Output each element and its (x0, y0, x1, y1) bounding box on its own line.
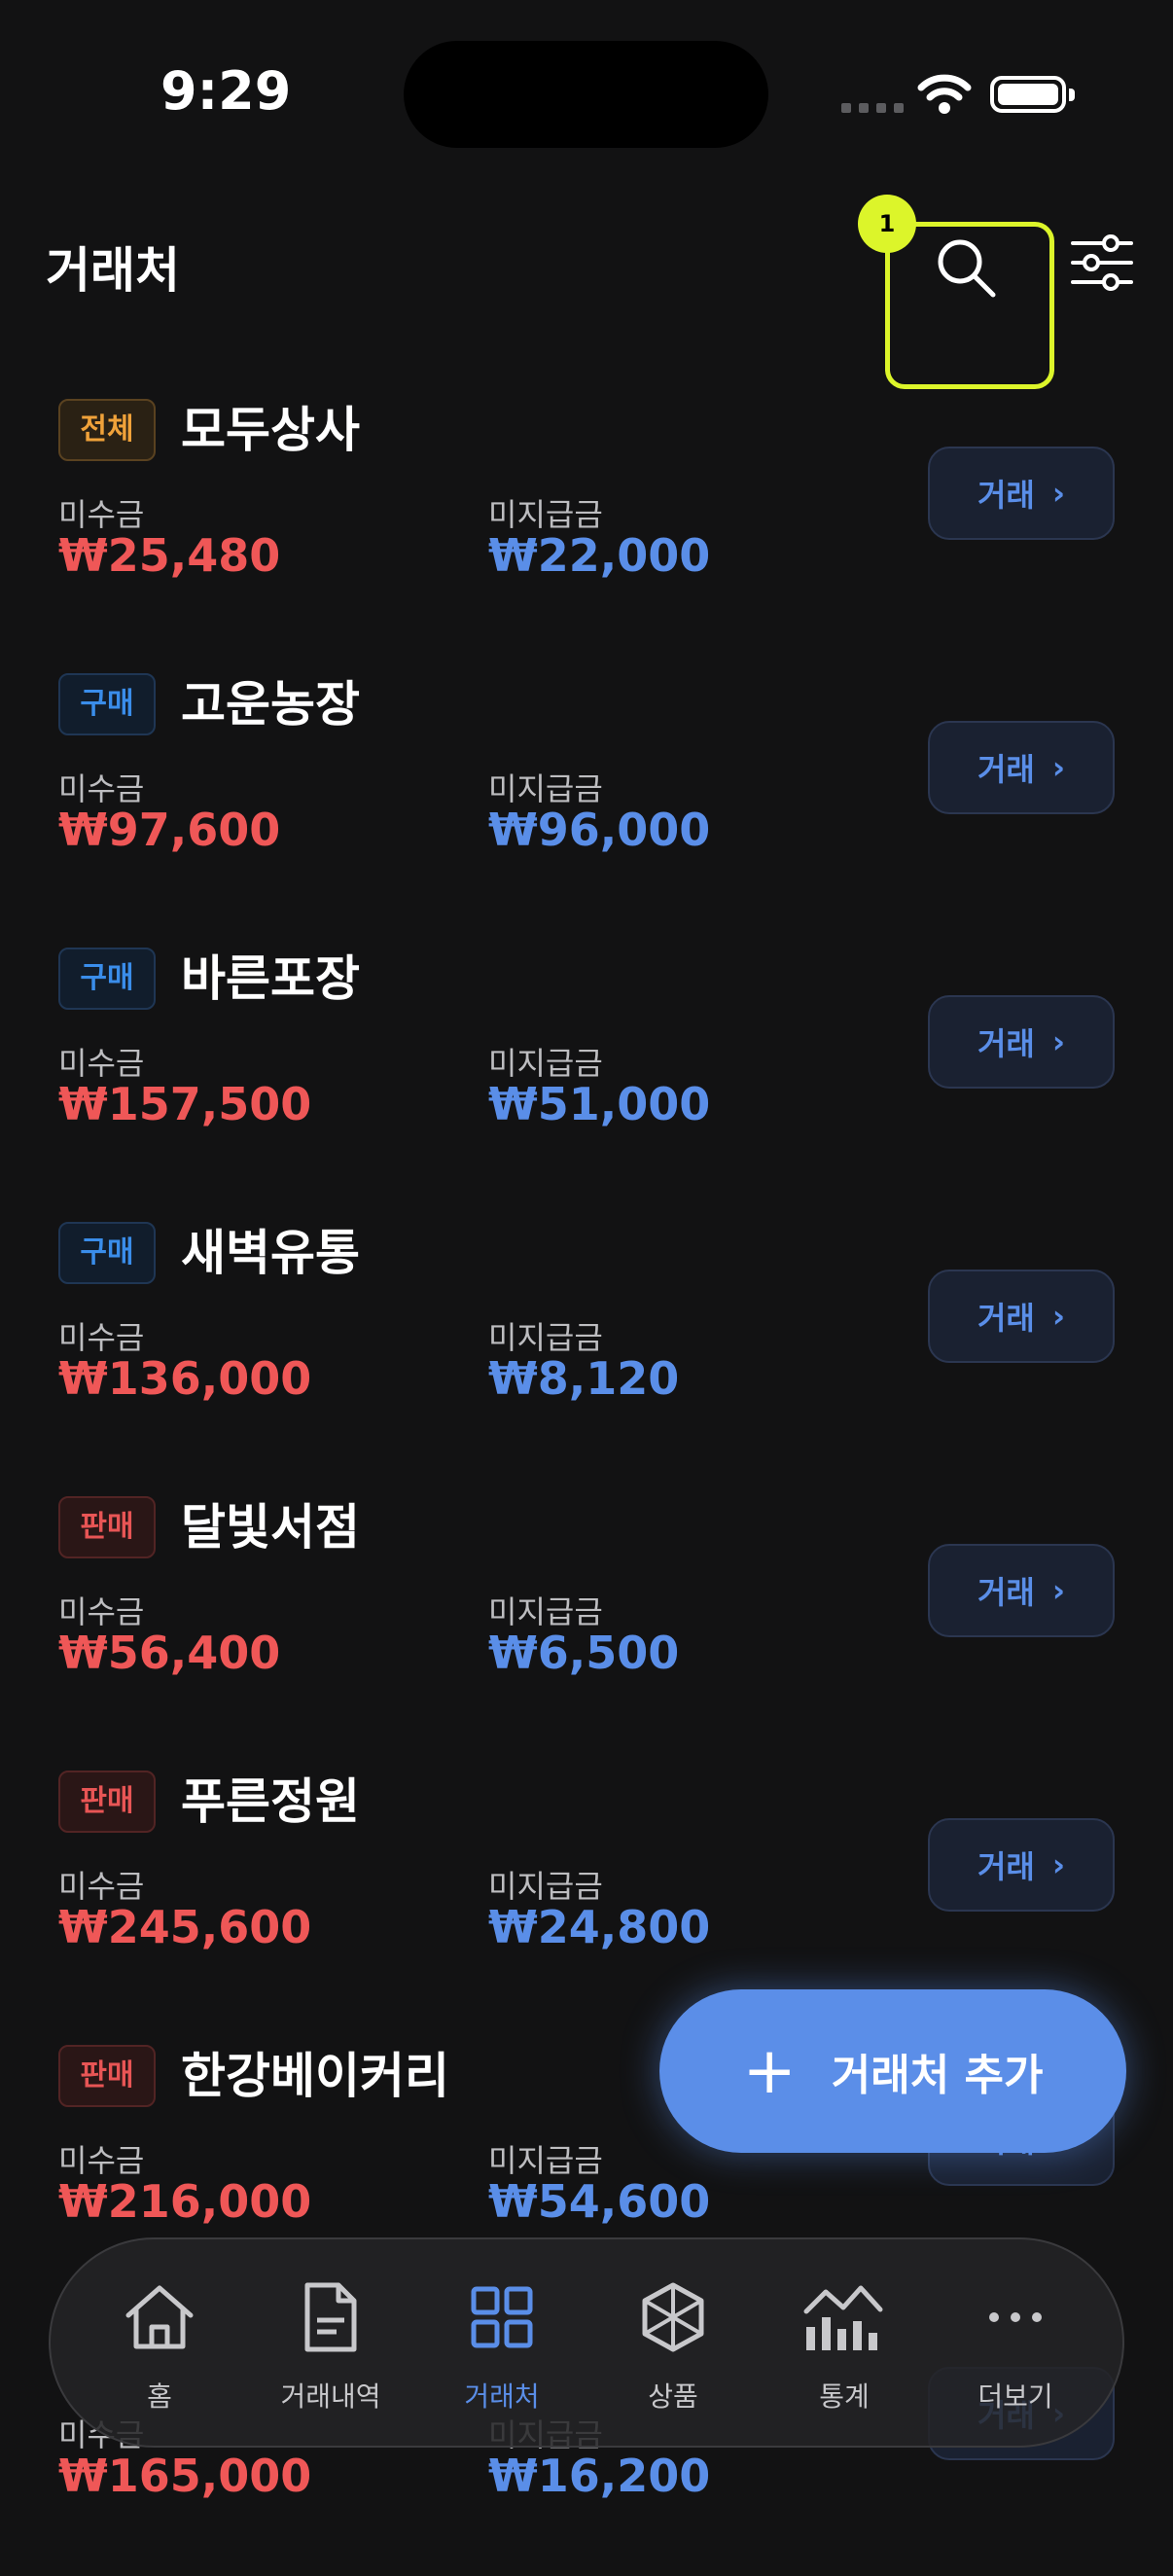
tab-more[interactable]: 더보기 (947, 2278, 1084, 2415)
tab-home[interactable]: 홈 (91, 2278, 228, 2415)
receivable-amount: ₩56,400 (58, 1627, 281, 1679)
vendor-name: 달빛서점 (181, 1499, 360, 1556)
chart-icon (803, 2285, 883, 2350)
grid-icon (471, 2286, 533, 2348)
add-vendor-label: 거래처 추가 (831, 2051, 1044, 2100)
vendor-type-badge: 전체 (58, 399, 156, 461)
receivable-amount: ₩136,000 (58, 1352, 312, 1405)
payable-amount: ₩22,000 (488, 529, 711, 582)
trade-button-label: 거래 (977, 1300, 1035, 1337)
vendor-name: 새벽유통 (181, 1225, 360, 1281)
trade-button-label: 거래 (977, 751, 1035, 788)
vendor-row[interactable]: 전체 모두상사 미수금 ₩25,480 미지급금 ₩22,000 거래 › (0, 381, 1173, 656)
receivable-amount: ₩165,000 (58, 2450, 312, 2502)
trade-button[interactable]: 거래 › (928, 721, 1115, 814)
status-time: 9:29 (160, 60, 292, 122)
chevron-right-icon: › (1051, 1298, 1066, 1335)
chevron-right-icon: › (1051, 1023, 1066, 1060)
document-icon (304, 2282, 357, 2352)
chevron-right-icon: › (1051, 1572, 1066, 1609)
vendor-name: 푸른정원 (181, 1773, 360, 1830)
trade-button-label: 거래 (977, 1574, 1035, 1611)
vendor-type-badge: 구매 (58, 673, 156, 735)
payable-amount: ₩8,120 (488, 1352, 680, 1405)
vendor-type-badge: 판매 (58, 1771, 156, 1833)
vendor-type-badge: 판매 (58, 1496, 156, 1558)
tab-label: 거래내역 (280, 2380, 381, 2413)
vendor-type-badge: 구매 (58, 1222, 156, 1284)
vendor-row[interactable]: 구매 새벽유통 미수금 ₩136,000 미지급금 ₩8,120 거래 › (0, 1204, 1173, 1479)
payable-amount: ₩54,600 (488, 2175, 711, 2228)
page-title: 거래처 (46, 242, 180, 299)
vendor-row[interactable]: 구매 바른포장 미수금 ₩157,500 미지급금 ₩51,000 거래 › (0, 930, 1173, 1204)
add-vendor-button[interactable]: + 거래처 추가 (659, 1989, 1126, 2153)
trade-button[interactable]: 거래 › (928, 1544, 1115, 1637)
tab-label: 더보기 (978, 2380, 1053, 2413)
tab-label: 통계 (819, 2380, 870, 2413)
payable-amount: ₩16,200 (488, 2450, 711, 2502)
plus-icon: + (742, 2033, 797, 2108)
vendor-row[interactable]: 구매 고운농장 미수금 ₩97,600 미지급금 ₩96,000 거래 › (0, 656, 1173, 930)
vendor-type-badge: 판매 (58, 2045, 156, 2107)
receivable-amount: ₩157,500 (58, 1078, 312, 1130)
vendor-row[interactable]: 판매 달빛서점 미수금 ₩56,400 미지급금 ₩6,500 거래 › (0, 1479, 1173, 1753)
more-icon (989, 2312, 1042, 2322)
chevron-right-icon: › (1051, 1846, 1066, 1883)
vendor-name: 고운농장 (181, 676, 360, 733)
trade-button[interactable]: 거래 › (928, 995, 1115, 1089)
receivable-amount: ₩216,000 (58, 2175, 312, 2228)
tab-stats[interactable]: 통계 (776, 2278, 912, 2415)
tab-label: 상품 (648, 2380, 698, 2413)
step-badge: 1 (858, 195, 916, 253)
payable-amount: ₩96,000 (488, 804, 711, 856)
vendor-type-badge: 구매 (58, 948, 156, 1010)
trade-button-label: 거래 (977, 1848, 1035, 1885)
trade-button[interactable]: 거래 › (928, 1818, 1115, 1912)
vendor-row[interactable]: 판매 푸른정원 미수금 ₩245,600 미지급금 ₩24,800 거래 › (0, 1753, 1173, 2027)
filter-icon[interactable] (1070, 233, 1134, 292)
vendor-name: 모두상사 (181, 402, 360, 458)
search-button[interactable] (885, 222, 1054, 389)
trade-button-label: 거래 (977, 477, 1035, 514)
tab-products[interactable]: 상품 (605, 2278, 741, 2415)
vendor-name: 바른포장 (181, 950, 360, 1007)
tab-label: 거래처 (464, 2380, 540, 2413)
cube-icon (642, 2282, 704, 2352)
chevron-right-icon: › (1051, 475, 1066, 512)
status-bar: 9:29 (0, 0, 1173, 185)
cellular-signal-icon (841, 103, 904, 113)
payable-amount: ₩51,000 (488, 1078, 711, 1130)
tab-vendors[interactable]: 거래처 (434, 2278, 570, 2415)
receivable-amount: ₩97,600 (58, 804, 281, 856)
trade-button[interactable]: 거래 › (928, 1270, 1115, 1363)
payable-amount: ₩24,800 (488, 1901, 711, 1953)
battery-icon (990, 76, 1075, 113)
bottom-tab-bar: 홈 거래내역 거래처 상품 통계 더보기 (49, 2237, 1124, 2448)
dynamic-island (404, 41, 768, 148)
trade-button-label: 거래 (977, 1025, 1035, 1062)
payable-amount: ₩6,500 (488, 1627, 680, 1679)
tab-history[interactable]: 거래내역 (263, 2278, 399, 2415)
trade-button[interactable]: 거래 › (928, 447, 1115, 540)
wifi-icon (917, 74, 972, 114)
receivable-amount: ₩25,480 (58, 529, 281, 582)
receivable-amount: ₩245,600 (58, 1901, 312, 1953)
vendor-name: 한강베이커리 (181, 2048, 449, 2104)
home-icon (125, 2285, 194, 2349)
tab-label: 홈 (147, 2380, 172, 2413)
search-icon (938, 239, 996, 298)
chevron-right-icon: › (1051, 749, 1066, 786)
